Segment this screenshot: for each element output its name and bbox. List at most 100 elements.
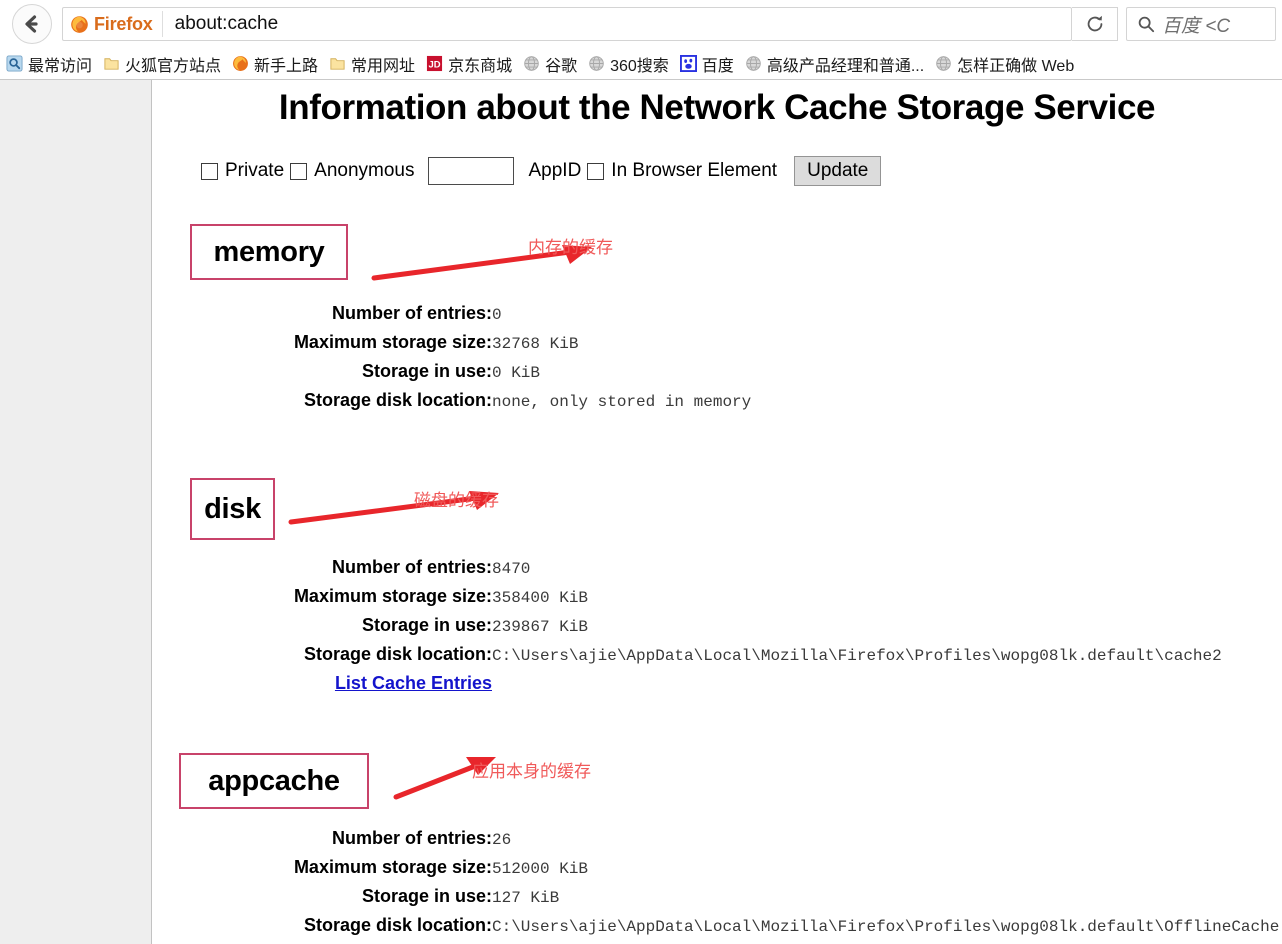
bookmark-label: 谷歌 [545, 57, 578, 75]
folder-icon [330, 58, 345, 70]
appcache-section-box: appcache [179, 753, 369, 809]
max-size-label: Maximum storage size: [293, 857, 492, 877]
memory-section-title: memory [213, 235, 325, 268]
disk-location-label: Storage disk location: [303, 915, 492, 935]
in-use-label: Storage in use: [361, 886, 492, 906]
stat-row: List Cache Entries [152, 670, 1222, 697]
stat-row: Number of entries: 26 [152, 825, 1279, 854]
globe-icon [936, 56, 951, 71]
disk-location-value: C:\Users\ajie\AppData\Local\Mozilla\Fire… [492, 647, 1222, 665]
memory-annotation-text: 内存的缓存 [528, 238, 613, 257]
bookmark-label: 常用网址 [351, 57, 416, 75]
entries-label: Number of entries: [331, 557, 492, 577]
navigation-toolbar: Firefox about:cache 百度 <C [0, 0, 1282, 48]
appid-label: AppID [528, 160, 582, 181]
bookmark-most-visited[interactable]: 最常访问 [2, 51, 99, 77]
search-placeholder-text: 百度 <C [1162, 15, 1231, 37]
bookmark-label: 360搜索 [610, 57, 669, 75]
bookmark-web-article[interactable]: 怎样正确做 Web [931, 51, 1081, 77]
entries-label: Number of entries: [331, 828, 492, 848]
reload-icon [1087, 15, 1102, 32]
bookmark-label: 百度 [701, 57, 734, 75]
stat-row: Storage disk location: C:\Users\ajie\App… [152, 641, 1222, 670]
urlbar-brand: Firefox [63, 11, 163, 37]
cache-section-appcache: appcache 应用本身的缓存 Number of entries: 26 M… [152, 749, 1282, 944]
folder-icon [104, 58, 119, 70]
in-use-label: Storage in use: [361, 361, 492, 381]
svg-text:JD: JD [429, 59, 441, 70]
search-icon [1138, 16, 1155, 33]
stat-row: Storage disk location: C:\Users\ajie\App… [152, 912, 1279, 941]
bookmark-product-manager-article[interactable]: 高级产品经理和普通... [741, 51, 931, 77]
entries-value: 0 [492, 306, 502, 324]
globe-icon [746, 56, 761, 71]
bookmark-label: 最常访问 [28, 57, 93, 75]
globe-icon [524, 56, 539, 71]
private-checkbox[interactable] [201, 162, 218, 180]
left-gutter [0, 80, 152, 944]
in-browser-element-checkbox[interactable] [587, 162, 605, 180]
back-button[interactable] [12, 4, 52, 44]
bookmark-label: 怎样正确做 Web [957, 57, 1075, 75]
in-use-value: 239867 KiB [492, 618, 589, 636]
stat-row: Storage disk location: none, only stored… [152, 387, 751, 416]
appcache-stats-table: Number of entries: 26 Maximum storage si… [152, 825, 1279, 944]
globe-icon [589, 56, 604, 71]
cache-page-content: Information about the Network Cache Stor… [152, 80, 1282, 944]
stat-row: Maximum storage size: 358400 KiB [152, 583, 1222, 612]
disk-location-value: none, only stored in memory [492, 393, 752, 411]
in-use-label: Storage in use: [361, 615, 492, 635]
max-size-value: 512000 KiB [492, 860, 589, 878]
entries-label: Number of entries: [331, 303, 492, 323]
page-title: Information about the Network Cache Stor… [278, 88, 1156, 127]
in-browser-element-label: In Browser Element [611, 160, 778, 181]
appcache-annotation-text: 应用本身的缓存 [472, 762, 591, 781]
disk-location-value: C:\Users\ajie\AppData\Local\Mozilla\Fire… [492, 918, 1280, 936]
stat-row: Maximum storage size: 32768 KiB [152, 329, 751, 358]
bookmark-beginner-guide[interactable]: 新手上路 [228, 51, 325, 77]
search-bar[interactable]: 百度 <C [1126, 7, 1276, 41]
disk-annotation-text: 磁盘的缓存 [414, 491, 499, 510]
stat-row: Maximum storage size: 512000 KiB [152, 854, 1279, 883]
bookmark-google[interactable]: 谷歌 [519, 51, 584, 77]
list-cache-entries-link[interactable]: List Cache Entries [152, 670, 492, 697]
appid-input[interactable] [428, 157, 515, 185]
bookmark-firefox-site[interactable]: 火狐官方站点 [99, 51, 228, 77]
bookmark-label: 新手上路 [254, 57, 319, 75]
stat-row: Storage in use: 127 KiB [152, 883, 1279, 912]
disk-stats-table: Number of entries: 8470 Maximum storage … [152, 554, 1222, 697]
bookmark-label: 火狐官方站点 [125, 57, 222, 75]
max-size-label: Maximum storage size: [293, 586, 492, 606]
most-visited-icon [6, 55, 23, 72]
browser-chrome: Firefox about:cache 百度 <C 最常访问 火狐官方站点 新手… [0, 0, 1282, 80]
bookmark-label: 京东商城 [448, 57, 513, 75]
memory-stats-table: Number of entries: 0 Maximum storage siz… [152, 300, 751, 416]
disk-location-label: Storage disk location: [303, 390, 492, 410]
url-text[interactable]: about:cache [163, 13, 279, 35]
cache-filter-controls: Private Anonymous AppID In Browser Eleme… [152, 156, 1282, 186]
bookmark-common-sites[interactable]: 常用网址 [325, 51, 422, 77]
private-label: Private [225, 160, 285, 181]
bookmark-360-search[interactable]: 360搜索 [584, 51, 676, 77]
in-use-value: 127 KiB [492, 889, 560, 907]
stat-row: Number of entries: 0 [152, 300, 751, 329]
bookmarks-toolbar: 最常访问 火狐官方站点 新手上路 常用网址 JD 京东商城 谷歌 360搜索 百… [0, 48, 1282, 79]
appcache-section-title: appcache [208, 764, 340, 797]
entries-value: 26 [492, 831, 512, 849]
max-size-value: 32768 KiB [492, 335, 579, 353]
bookmark-baidu[interactable]: 百度 [676, 51, 741, 77]
anonymous-checkbox[interactable] [290, 162, 308, 180]
url-bar[interactable]: Firefox about:cache [62, 7, 1072, 41]
cache-section-disk: disk 磁盘的缓存 Number of entries: 8470 Maxim… [152, 478, 1282, 697]
stat-row: Storage in use: 0 KiB [152, 358, 751, 387]
reload-button[interactable] [1072, 7, 1118, 41]
entries-value: 8470 [492, 560, 531, 578]
cache-section-memory: memory 内存的缓存 Number of entries: 0 Maximu… [152, 224, 1282, 416]
page-area: Information about the Network Cache Stor… [0, 80, 1282, 944]
firefox-brand-label: Firefox [94, 13, 153, 34]
update-button[interactable]: Update [794, 156, 882, 186]
firefox-icon [233, 56, 248, 71]
firefox-icon [71, 15, 88, 33]
bookmark-jd[interactable]: JD 京东商城 [422, 51, 519, 77]
max-size-value: 358400 KiB [492, 589, 589, 607]
